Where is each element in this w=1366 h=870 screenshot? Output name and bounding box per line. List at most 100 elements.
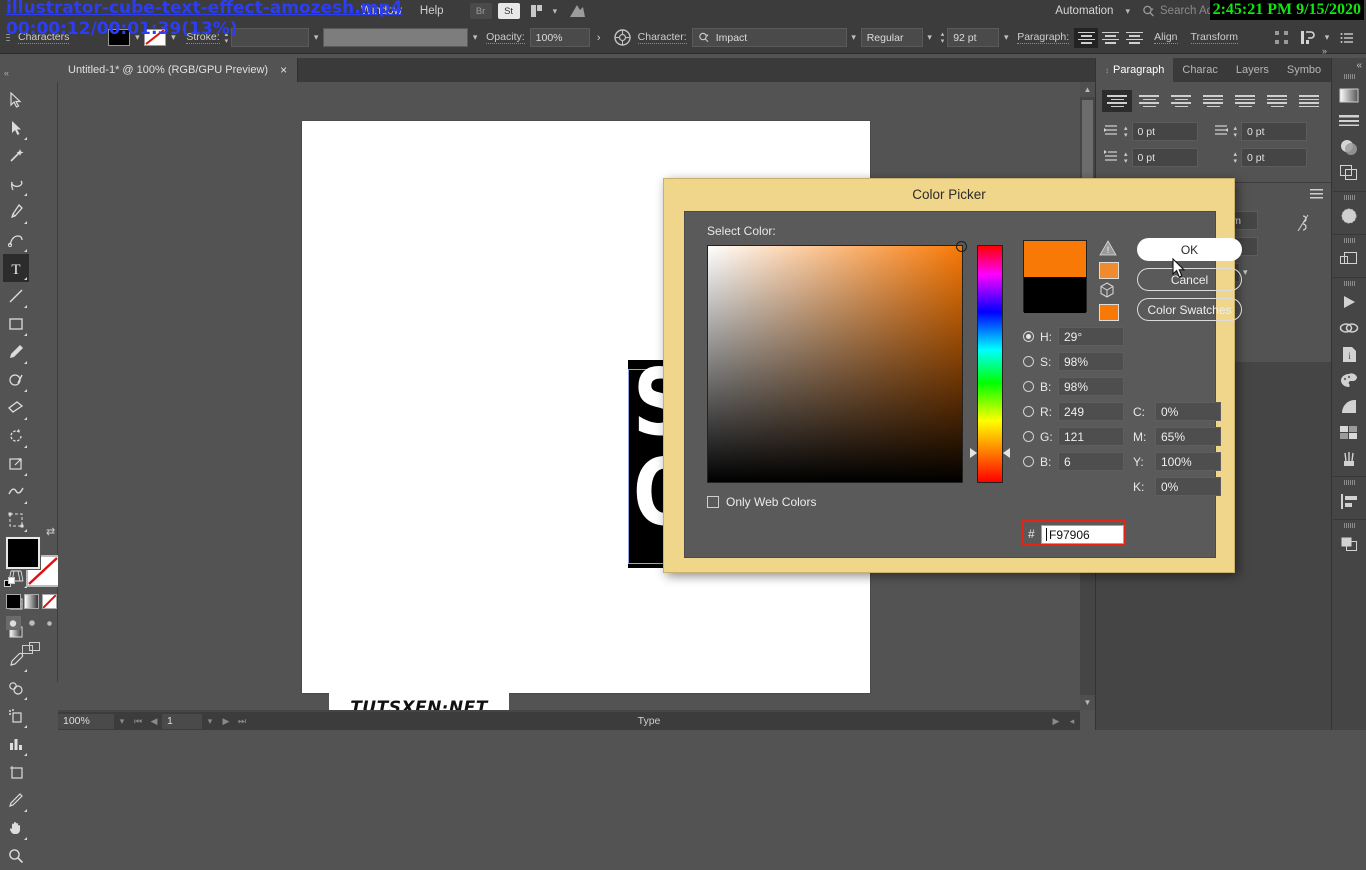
hue-slider[interactable] — [970, 245, 1010, 483]
blue-field[interactable]: 6 — [1058, 452, 1124, 471]
rail-grip-icon-5[interactable] — [1342, 480, 1356, 485]
layers-panel-icon[interactable] — [1335, 246, 1363, 272]
control-panel-menu-icon[interactable] — [1334, 32, 1360, 44]
draw-normal-button[interactable] — [6, 616, 21, 630]
tool-symbol-sprayer[interactable] — [3, 702, 29, 730]
rail-grip-icon-4[interactable] — [1342, 281, 1356, 286]
document-info-panel-icon[interactable]: i — [1335, 341, 1363, 367]
align-panel-link[interactable]: Align — [1154, 31, 1178, 44]
chevron-down-icon[interactable]: ▾ — [553, 6, 558, 17]
color-panel-icon[interactable] — [1335, 367, 1363, 393]
prev-artboard-icon[interactable]: ◀ — [146, 716, 162, 727]
artboard-chevron-icon[interactable]: ▾ — [202, 716, 218, 727]
only-web-colors-row[interactable]: Only Web Colors — [707, 495, 816, 509]
rail-grip-icon-3[interactable] — [1342, 238, 1356, 243]
artboard-number-field[interactable]: 1 — [162, 713, 202, 729]
tool-line-segment[interactable] — [3, 282, 29, 310]
gradient-mode-button[interactable] — [24, 594, 39, 609]
hue-slider-left-arrow[interactable] — [970, 448, 977, 458]
para-justify-all-button[interactable] — [1294, 90, 1324, 112]
align-left-button[interactable] — [1074, 27, 1099, 48]
links-panel-icon[interactable] — [1335, 315, 1363, 341]
gradient-panel-icon[interactable] — [1335, 82, 1363, 108]
none-mode-button[interactable] — [42, 594, 57, 609]
hue-slider-right-arrow[interactable] — [1003, 448, 1010, 458]
cyan-field[interactable]: 0% — [1155, 402, 1221, 421]
cancel-button[interactable]: Cancel — [1137, 268, 1242, 291]
transform-angle-chevron-icon[interactable]: ▾ — [1243, 267, 1248, 278]
scroll-up-icon[interactable]: ▲ — [1080, 82, 1095, 97]
fill-color-swatch[interactable] — [6, 537, 40, 569]
stock-button[interactable]: St — [497, 3, 520, 19]
out-of-web-warning-icon[interactable] — [1099, 282, 1125, 301]
black-field[interactable]: 0% — [1155, 477, 1221, 496]
tool-hand[interactable] — [3, 814, 29, 842]
zoom-chevron-icon[interactable]: ▾ — [114, 716, 130, 727]
hue-field[interactable]: 29° — [1058, 327, 1124, 346]
tool-zoom[interactable] — [3, 842, 29, 870]
font-style-field[interactable]: Regular — [860, 28, 923, 47]
red-radio[interactable] — [1023, 406, 1034, 417]
transform-panel-menu-icon[interactable] — [1310, 189, 1323, 202]
stroke-weight-field[interactable] — [231, 28, 310, 47]
para-justify-right-button[interactable] — [1262, 90, 1292, 112]
color-picker-dialog[interactable]: Color Picker Select Color: ! OK Cancel C… — [663, 178, 1242, 573]
tab-paragraph[interactable]: ↕ Paragraph — [1096, 58, 1174, 82]
current-tool-status[interactable]: Type — [250, 715, 1048, 727]
para-align-right-button[interactable] — [1166, 90, 1196, 112]
tool-slice[interactable] — [3, 786, 29, 814]
next-artboard-icon[interactable]: ▶ — [218, 716, 234, 727]
out-of-gamut-warning-icon[interactable]: ! — [1099, 240, 1125, 259]
color-mode-button[interactable] — [6, 594, 21, 609]
tool-rotate[interactable] — [3, 422, 29, 450]
text-wrap-chevron-icon[interactable]: ▾ — [1320, 32, 1334, 43]
para-align-center-button[interactable] — [1134, 90, 1164, 112]
red-field[interactable]: 249 — [1058, 402, 1124, 421]
indent-right-field[interactable]: 0 pt — [1241, 122, 1308, 141]
opacity-field[interactable]: 100% — [529, 28, 590, 47]
blue-radio[interactable] — [1023, 456, 1034, 467]
font-family-field[interactable]: Impact — [691, 28, 847, 47]
toolbar-collapse-icon[interactable]: « — [4, 68, 9, 78]
rail-collapse-icon[interactable]: « — [1332, 60, 1366, 71]
menu-item-help[interactable]: Help — [411, 0, 453, 22]
bridge-button[interactable]: Br — [469, 3, 492, 19]
transparency-panel-icon[interactable] — [1335, 134, 1363, 160]
tab-character[interactable]: Charac — [1173, 58, 1226, 82]
font-size-field[interactable]: 92 pt — [947, 28, 1000, 47]
appearance-panel-icon[interactable] — [1335, 160, 1363, 186]
automation-chevron-icon[interactable]: ▾ — [1125, 6, 1130, 17]
character-label[interactable]: Character: — [637, 31, 687, 44]
scroll-down-icon[interactable]: ▼ — [1080, 695, 1095, 710]
tool-lasso[interactable] — [3, 170, 29, 198]
tool-paintbrush[interactable] — [3, 338, 29, 366]
brightness-field[interactable]: 98% — [1058, 377, 1124, 396]
indent-left-stepper[interactable]: ▴ ▾ — [1124, 125, 1128, 139]
space-after-stepper[interactable]: ▴ ▾ — [1234, 151, 1238, 165]
symbols-panel-icon[interactable] — [1335, 445, 1363, 471]
indent-left-field[interactable]: 0 pt — [1131, 122, 1198, 141]
rail-grip-icon-6[interactable] — [1342, 523, 1356, 528]
change-screen-mode-button[interactable] — [22, 642, 40, 658]
tool-scale[interactable] — [3, 450, 29, 478]
swap-fill-stroke-icon[interactable]: ⇄ — [46, 525, 55, 538]
font-style-chevron-icon[interactable]: ▾ — [923, 32, 937, 43]
swatches-panel-icon[interactable] — [1335, 419, 1363, 445]
indent-right-stepper[interactable]: ▴ ▾ — [1234, 125, 1238, 139]
para-justify-center-button[interactable] — [1230, 90, 1260, 112]
indent-first-stepper[interactable]: ▴ ▾ — [1124, 151, 1128, 165]
tool-rectangle[interactable] — [3, 310, 29, 338]
first-artboard-icon[interactable]: ⏮ — [130, 716, 146, 727]
in-gamut-color-swatch[interactable] — [1099, 262, 1119, 279]
color-field[interactable] — [707, 241, 967, 483]
para-justify-left-button[interactable] — [1198, 90, 1228, 112]
tab-symbols[interactable]: Symbo — [1278, 58, 1330, 82]
para-align-left-button[interactable] — [1102, 90, 1132, 112]
saturation-field[interactable]: 98% — [1058, 352, 1124, 371]
status-play-icon[interactable]: ▶ — [1048, 716, 1064, 727]
yellow-field[interactable]: 100% — [1155, 452, 1221, 471]
draw-behind-button[interactable] — [24, 616, 39, 630]
draw-inside-button[interactable] — [42, 616, 57, 630]
automation-dropdown[interactable]: Automation — [1045, 5, 1123, 17]
tool-magic-wand[interactable] — [3, 142, 29, 170]
